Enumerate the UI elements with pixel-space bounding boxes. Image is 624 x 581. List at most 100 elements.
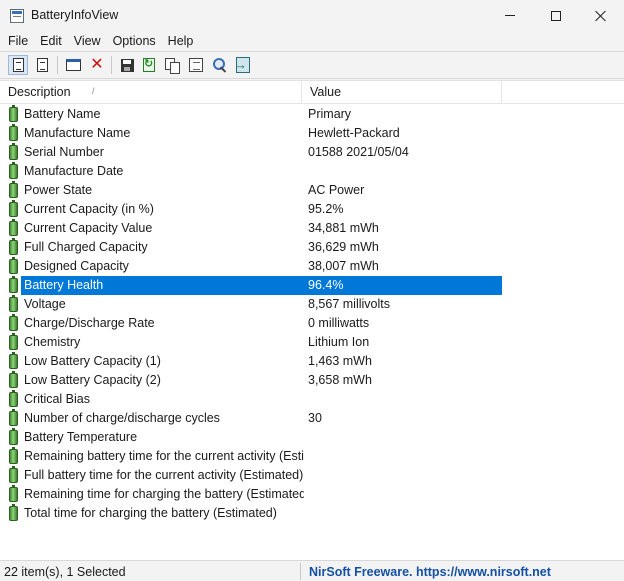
toolbar: ✕ [0, 51, 624, 79]
menu-bar: File Edit View Options Help [0, 31, 624, 51]
row-description: Current Capacity (in %) [24, 202, 154, 216]
list-row[interactable]: Battery Temperature [0, 428, 624, 447]
list-row[interactable]: Power State AC Power [0, 181, 624, 200]
title-bar[interactable]: BatteryInfoView [0, 0, 624, 31]
maximize-icon [551, 10, 561, 21]
close-icon [595, 10, 607, 22]
row-value: 34,881 mWh [308, 221, 379, 235]
list-row[interactable]: Critical Bias [0, 390, 624, 409]
menu-edit[interactable]: Edit [34, 31, 68, 51]
list-row[interactable]: Designed Capacity 38,007 mWh [0, 257, 624, 276]
row-value: 1,463 mWh [308, 354, 372, 368]
list-rows: Battery Name Primary Manufacture Name Hewle… [0, 105, 624, 523]
row-description: Remaining time for charging the battery … [24, 487, 304, 501]
list-row[interactable]: Full Charged Capacity 36,629 mWh [0, 238, 624, 257]
list-row[interactable]: Total time for charging the battery (Est… [0, 504, 624, 523]
find-icon [212, 57, 228, 73]
battery-log-mode-button[interactable] [32, 55, 52, 75]
battery-info-list[interactable]: Description / Value Battery Name Primary M… [0, 80, 624, 560]
delete-icon: ✕ [90, 56, 104, 73]
row-description: Full battery time for the current activi… [24, 468, 304, 482]
row-description: Charge/Discharge Rate [24, 316, 155, 330]
row-value [308, 504, 498, 523]
status-separator [300, 563, 301, 580]
row-value: 96.4% [308, 278, 344, 292]
list-row[interactable]: Battery Health 96.4% [0, 276, 624, 295]
list-row[interactable]: Current Capacity Value 34,881 mWh [0, 219, 624, 238]
row-description: Battery Temperature [24, 430, 138, 444]
column-header-description[interactable]: Description / [0, 81, 302, 103]
battery-info-mode-button[interactable] [8, 55, 28, 75]
row-description: Full Charged Capacity [24, 240, 148, 254]
row-value: 0 milliwatts [308, 316, 370, 330]
find-button[interactable] [210, 55, 230, 75]
battery-icon [9, 504, 18, 521]
list-row[interactable]: Manufacture Name Hewlett-Packard [0, 124, 624, 143]
battery-icon [9, 466, 18, 483]
nirsoft-link[interactable]: NirSoft Freeware. https://www.nirsoft.ne… [309, 561, 551, 581]
status-bar: 22 item(s), 1 Selected NirSoft Freeware.… [0, 560, 624, 581]
list-row[interactable]: Number of charge/discharge cycles 30 [0, 409, 624, 428]
list-row[interactable]: Chemistry Lithium Ion [0, 333, 624, 352]
row-description: Serial Number [24, 145, 104, 159]
list-row[interactable]: Battery Name Primary [0, 105, 624, 124]
properties-button[interactable] [186, 55, 206, 75]
battery-icon [9, 409, 18, 426]
battery-icon [9, 276, 18, 293]
list-row[interactable]: Low Battery Capacity (2) 3,658 mWh [0, 371, 624, 390]
row-value: 01588 2021/05/04 [308, 145, 409, 159]
battery-icon [9, 162, 18, 179]
column-header-value[interactable]: Value [302, 81, 502, 103]
close-button[interactable] [578, 0, 624, 31]
list-row[interactable]: Remaining time for charging the battery … [0, 485, 624, 504]
refresh-icon [143, 57, 155, 72]
battery-icon [9, 105, 18, 122]
window-button[interactable] [63, 55, 83, 75]
status-item-count: 22 item(s), 1 Selected [4, 565, 126, 579]
maximize-button[interactable] [533, 0, 579, 31]
menu-view[interactable]: View [68, 31, 107, 51]
battery-log-mode-icon [36, 58, 48, 72]
delete-button[interactable]: ✕ [87, 55, 107, 75]
row-value [308, 162, 498, 181]
window-title: BatteryInfoView [31, 8, 119, 22]
list-row[interactable]: Voltage 8,567 millivolts [0, 295, 624, 314]
save-button[interactable] [117, 55, 137, 75]
menu-file[interactable]: File [2, 31, 34, 51]
row-value [308, 447, 498, 466]
battery-icon [9, 371, 18, 388]
row-description: Remaining battery time for the current a… [24, 449, 304, 463]
list-row[interactable]: Manufacture Date [0, 162, 624, 181]
list-row[interactable]: Remaining battery time for the current a… [0, 447, 624, 466]
minimize-icon [505, 15, 515, 16]
exit-button[interactable] [233, 55, 253, 75]
row-value [308, 390, 498, 409]
window-icon [65, 59, 81, 71]
refresh-button[interactable] [139, 55, 159, 75]
list-row[interactable]: Low Battery Capacity (1) 1,463 mWh [0, 352, 624, 371]
row-description: Manufacture Name [24, 126, 131, 140]
menu-options[interactable]: Options [107, 31, 162, 51]
battery-icon [9, 485, 18, 502]
battery-icon [9, 352, 18, 369]
row-description: Low Battery Capacity (2) [24, 373, 161, 387]
list-row[interactable]: Full battery time for the current activi… [0, 466, 624, 485]
exit-icon [234, 57, 250, 73]
battery-icon [9, 143, 18, 160]
battery-icon [9, 219, 18, 236]
battery-icon [9, 200, 18, 217]
copy-button[interactable] [162, 55, 182, 75]
save-icon [120, 58, 134, 72]
list-row[interactable]: Serial Number 01588 2021/05/04 [0, 143, 624, 162]
menu-help[interactable]: Help [162, 31, 200, 51]
row-value: 30 [308, 411, 322, 425]
row-value: Hewlett-Packard [308, 126, 400, 140]
list-row[interactable]: Charge/Discharge Rate 0 milliwatts [0, 314, 624, 333]
row-description: Number of charge/discharge cycles [24, 411, 220, 425]
minimize-button[interactable] [487, 0, 533, 31]
battery-icon [9, 333, 18, 350]
row-value [308, 485, 498, 504]
row-description: Manufacture Date [24, 164, 124, 178]
list-row[interactable]: Current Capacity (in %) 95.2% [0, 200, 624, 219]
row-value: Lithium Ion [308, 335, 370, 349]
